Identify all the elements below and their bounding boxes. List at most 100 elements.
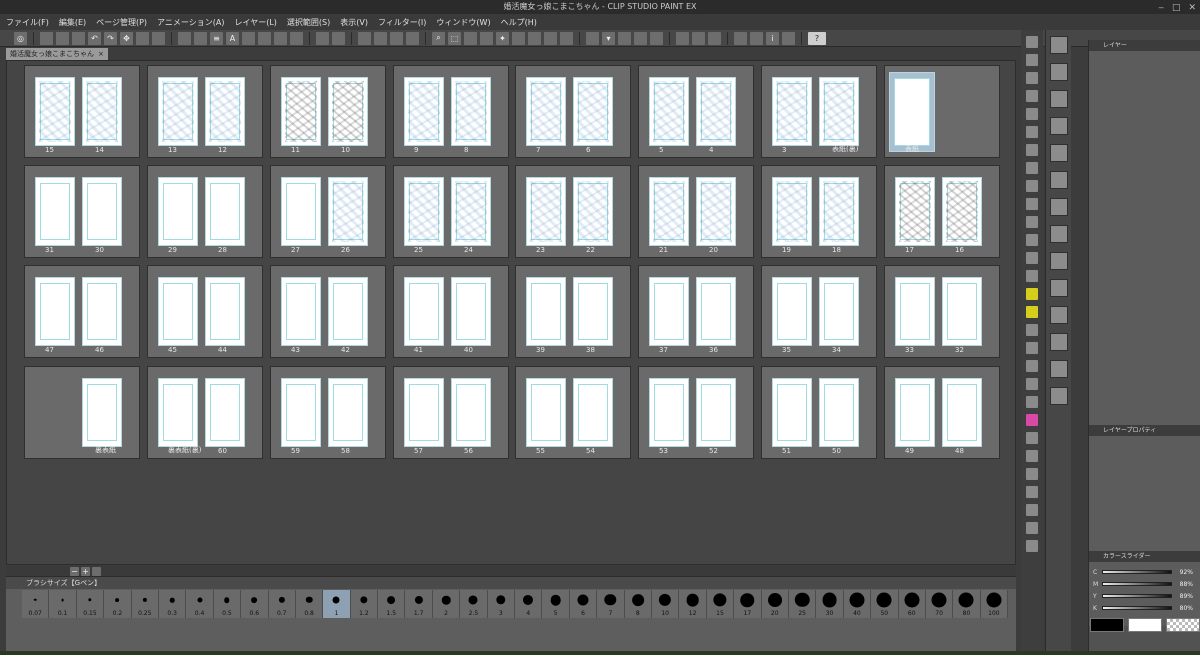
key-slider[interactable]: K 80% (1093, 602, 1196, 614)
subtool-sign-pen-icon[interactable] (1049, 360, 1068, 378)
symmetry-icon[interactable] (692, 31, 705, 45)
close-tab-icon[interactable]: × (98, 48, 104, 60)
decoration-tool-icon[interactable] (1026, 270, 1038, 282)
star-icon[interactable]: ✦ (496, 31, 509, 45)
ruler-tool-icon[interactable] (1026, 468, 1038, 480)
page-thumbnail[interactable] (328, 277, 368, 346)
page-spread[interactable]: 23 22 (515, 165, 631, 258)
page-thumbnail[interactable] (696, 277, 736, 346)
main-color-swatch[interactable] (1090, 618, 1124, 632)
menu-filter[interactable]: フィルター(I) (378, 17, 426, 28)
navigator-icon[interactable] (92, 566, 101, 576)
gradient-tool-icon[interactable] (1026, 342, 1038, 354)
brush-tool-icon[interactable] (1026, 234, 1038, 246)
page-spread[interactable]: 39 38 (515, 265, 631, 358)
page-thumbnail[interactable] (942, 277, 982, 346)
page-thumbnail[interactable] (281, 177, 321, 246)
airbrush-tool-icon[interactable] (1026, 252, 1038, 264)
layer-property-tab[interactable]: レイヤープロパティ (1089, 425, 1200, 436)
page-spread[interactable]: 43 42 (270, 265, 386, 358)
cyan-slider[interactable]: C 92% (1093, 566, 1196, 578)
page-spread[interactable]: 76 (515, 65, 631, 158)
eyedropper-icon[interactable] (480, 31, 493, 45)
move-layer-icon[interactable] (1026, 108, 1038, 120)
brush-size-option[interactable]: 0.25 (131, 590, 159, 618)
crop-icon[interactable] (152, 31, 165, 45)
page-thumbnail[interactable] (205, 177, 245, 246)
clip-studio-icon[interactable]: ◎ (14, 31, 27, 45)
layer-panel-tab[interactable]: レイヤー (1089, 40, 1200, 51)
brush-size-option[interactable]: 3 (487, 590, 516, 618)
page-thumbnail[interactable] (158, 277, 198, 346)
brush-size-option[interactable]: 0.15 (76, 590, 105, 618)
brush-size-option[interactable]: 6 (569, 590, 598, 618)
page-thumbnail[interactable] (35, 77, 75, 146)
page-thumbnail[interactable] (328, 378, 368, 447)
lasso-select-icon[interactable] (1026, 126, 1038, 138)
brush-size-option[interactable]: 0.07 (22, 590, 50, 618)
page-thumbnail[interactable] (819, 177, 859, 246)
layer-property-panel[interactable] (1089, 436, 1200, 551)
eyedropper-tool-icon[interactable] (1026, 144, 1038, 156)
brush-size-option[interactable]: 7 (597, 590, 625, 618)
page-thumbnail[interactable] (82, 77, 122, 146)
page-thumbnail[interactable] (772, 177, 812, 246)
snap-ruler-icon[interactable] (650, 31, 663, 45)
brush-size-option[interactable]: 15 (706, 590, 735, 618)
menu-animation[interactable]: アニメーション(A) (157, 17, 224, 28)
text-tool-icon[interactable] (1026, 414, 1038, 426)
rotate-tool-icon[interactable] (1026, 72, 1038, 84)
brush-size-option[interactable]: 0.6 (241, 590, 269, 618)
menu-window[interactable]: ウィンドウ(W) (436, 17, 490, 28)
ruler-icon[interactable] (586, 31, 599, 45)
page-thumbnail[interactable] (573, 177, 613, 246)
page-thumbnail[interactable] (281, 378, 321, 447)
subtool-soft-pen-icon[interactable] (1049, 252, 1068, 270)
marker-tool-icon[interactable] (1026, 198, 1038, 210)
document-tab[interactable]: 婚活魔女っ娘こまこちゃん × (6, 48, 108, 60)
help-icon[interactable]: ? (808, 31, 826, 45)
page-spread[interactable]: 15 14 (24, 65, 140, 158)
page-add-icon[interactable] (274, 31, 287, 45)
brush-size-option[interactable]: 70 (925, 590, 954, 618)
perspective-icon[interactable] (676, 31, 689, 45)
page-spread[interactable]: 47 46 (24, 265, 140, 358)
page-thumbnail[interactable] (649, 77, 689, 146)
brush-size-option[interactable]: 10 (651, 590, 680, 618)
page-spread[interactable]: 3 表紙(裏) (761, 65, 877, 158)
zoom-tool-icon[interactable] (1026, 36, 1038, 48)
page-thumbnail[interactable] (696, 177, 736, 246)
page-thumbnail[interactable] (328, 177, 368, 246)
page-thumbnail[interactable] (35, 177, 75, 246)
color-tool-icon[interactable] (1026, 540, 1038, 552)
page-spread[interactable]: 57 56 (393, 366, 509, 459)
page-spread[interactable]: 59 58 (270, 366, 386, 459)
page-spread[interactable]: 35 34 (761, 265, 877, 358)
brush-size-option[interactable]: 80 (953, 590, 981, 618)
subtool-maru-pen-icon[interactable] (1049, 144, 1068, 162)
page-thumbnail[interactable] (819, 77, 859, 146)
page-thumbnail[interactable] (526, 77, 566, 146)
page-thumbnail[interactable] (895, 177, 935, 246)
new-page-icon[interactable] (734, 31, 747, 45)
page-thumbnail[interactable] (696, 77, 736, 146)
page-thumbnail[interactable] (328, 77, 368, 146)
page-thumbnail[interactable] (205, 277, 245, 346)
subtool-marker-pen-icon[interactable] (1049, 387, 1068, 405)
page-thumbnail[interactable] (451, 277, 491, 346)
fill-icon[interactable] (178, 31, 191, 45)
subtool-turnip-pen-icon[interactable] (1049, 90, 1068, 108)
brush-size-option[interactable]: 0.7 (268, 590, 296, 618)
page-thumbnail[interactable] (205, 77, 245, 146)
page-thumbnail[interactable] (526, 277, 566, 346)
subtool-mapping-pen-icon[interactable] (1049, 63, 1068, 81)
page-spread[interactable]: 17 16 (884, 165, 1000, 258)
subtool-real-gpen-icon[interactable] (1049, 117, 1068, 135)
page-thumbnail[interactable] (895, 378, 935, 447)
figure-tool-icon[interactable] (1026, 360, 1038, 372)
learn-icon[interactable] (782, 31, 795, 45)
brush-size-option[interactable]: 1.5 (378, 590, 406, 618)
pen-tool-icon[interactable] (1026, 162, 1038, 174)
yellow-slider[interactable]: Y 89% (1093, 590, 1196, 602)
page-spread[interactable]: 21 20 (638, 165, 754, 258)
